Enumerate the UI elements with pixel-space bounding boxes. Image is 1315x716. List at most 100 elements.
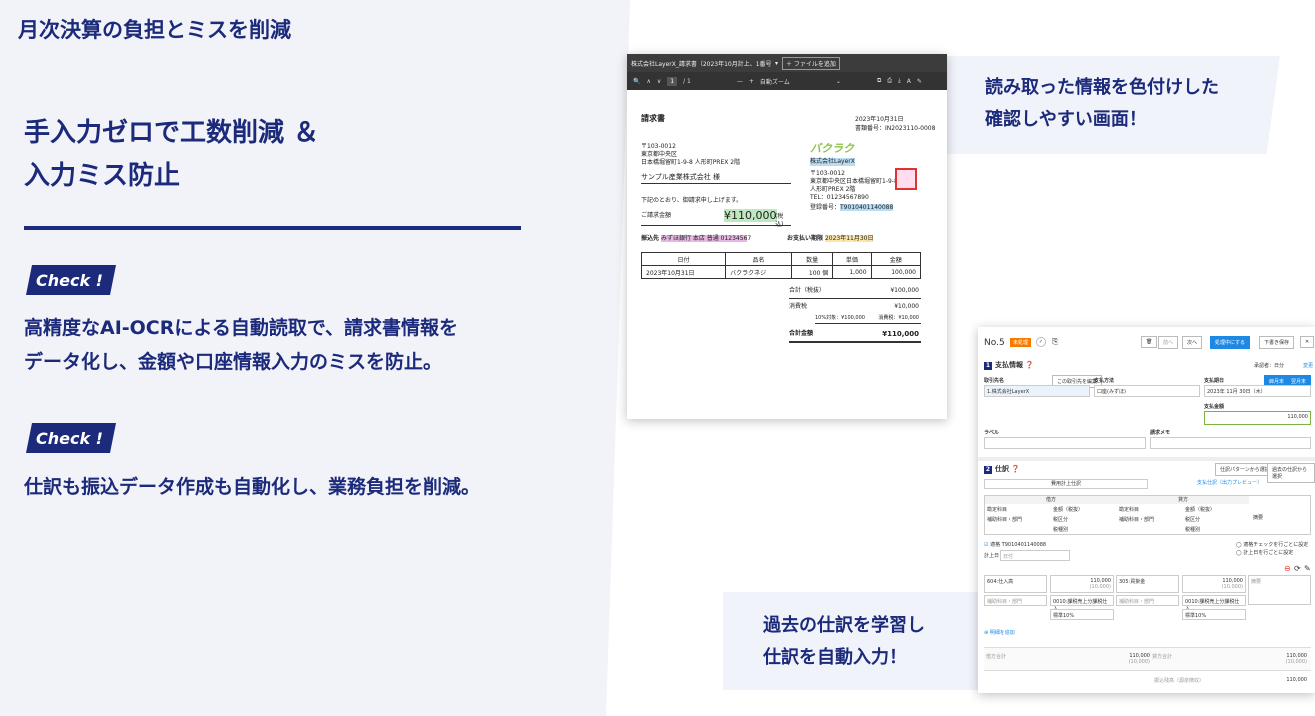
debit-taxtype-col: 税種別 bbox=[1053, 527, 1069, 533]
amount-label: 支払金額 bbox=[1204, 404, 1225, 410]
debit-sub-input[interactable]: 補助科目・部門 bbox=[984, 595, 1047, 606]
method-input[interactable]: 口座(みずほ) bbox=[1094, 385, 1200, 397]
debit-amount-col: 金額（税抜） bbox=[1053, 507, 1084, 513]
debit-tax-input[interactable]: 0010:課税売上分課税仕入 bbox=[1050, 595, 1114, 612]
tab-expense[interactable]: 費用計上仕訳 bbox=[984, 479, 1148, 489]
credit-account-col: 勘定科目 bbox=[1119, 507, 1140, 513]
add-file-button[interactable]: ＋ ファイルを追加 bbox=[782, 56, 840, 70]
post-date-input[interactable]: 日付 bbox=[1000, 550, 1070, 561]
total-row: 合計金額 ¥110,000 bbox=[789, 330, 921, 343]
debit-total-tax: (10,000) bbox=[1128, 659, 1150, 665]
label-select[interactable] bbox=[984, 437, 1146, 449]
main-title: 手入力ゼロで工数削減 ＆ 入力ミス防止 bbox=[24, 112, 319, 198]
due-input[interactable]: 2023年 11月 30日（木） bbox=[1204, 385, 1311, 397]
callout-bottom-line2: 仕訳を自動入力！ bbox=[763, 647, 907, 668]
tax-note1: 10%対象：¥100,000 bbox=[815, 315, 865, 321]
transfer-value: 110,000 bbox=[1286, 677, 1307, 683]
draw-icon[interactable]: ✎ bbox=[917, 78, 922, 85]
debit-total-label: 借方合計 bbox=[986, 654, 1007, 660]
memo-input[interactable] bbox=[1150, 437, 1311, 449]
pdf-toolbar: 🔍 ∧ ∨ 1 / 1 — + 自動ズーム ⌄ ⧉ ⎙ ⤓ A ✎ bbox=[627, 72, 947, 90]
from-address2: 人形町PREX 2階 bbox=[810, 186, 856, 193]
credit-rate-select[interactable]: 標準10% bbox=[1182, 609, 1246, 620]
print-icon[interactable]: ⎙ bbox=[887, 77, 892, 85]
next-page-icon[interactable]: ∨ bbox=[657, 78, 661, 85]
copy-icon[interactable]: ⎘ bbox=[1052, 337, 1058, 347]
to-address1: 東京都中央区 bbox=[641, 151, 678, 158]
checkbox-icon[interactable]: ☑ bbox=[984, 542, 988, 548]
zoom-out-icon[interactable]: — bbox=[737, 78, 743, 85]
company-logo: バクラク bbox=[810, 142, 854, 155]
trash-icon[interactable]: 🗑 bbox=[1141, 336, 1158, 348]
cell-date: 2023年10月31日 bbox=[640, 265, 727, 279]
description-1-line2: データ化し、金額や口座情報入力のミスを防止。 bbox=[24, 351, 443, 373]
processing-button[interactable]: 処理中にする bbox=[1210, 336, 1251, 349]
section-journal-title: 仕訳 bbox=[995, 465, 1009, 473]
next-button[interactable]: 次へ bbox=[1182, 336, 1203, 349]
desc-input[interactable]: 摘要 bbox=[1248, 575, 1311, 605]
to-zip: 〒103-0012 bbox=[641, 143, 676, 150]
due-row: お支払い期限 2023年11月30日 bbox=[787, 235, 874, 243]
amount-label: ご請求金額 bbox=[641, 212, 672, 219]
toggle-row-check[interactable]: ◯ 適格チェックを行ごとに設定 bbox=[1236, 541, 1308, 548]
credit-sub-input[interactable]: 補助科目・部門 bbox=[1116, 595, 1179, 606]
payee-input[interactable]: 1.株式会社LayerX bbox=[984, 385, 1090, 397]
left-panel: 月次決算の負担とミスを削減 手入力ゼロで工数削減 ＆ 入力ミス防止 Check … bbox=[0, 0, 630, 716]
tab-payment[interactable]: 支払仕訳（出力プレビュー） bbox=[1148, 479, 1311, 489]
registration-label: 登録番号： bbox=[810, 204, 841, 211]
debit-taxcat-col: 税区分 bbox=[1053, 517, 1069, 523]
from-zip: 〒103-0012 bbox=[810, 170, 845, 177]
registration-check[interactable]: ☑ 適格 T9010401140088 bbox=[984, 541, 1046, 548]
prev-page-icon[interactable]: ∧ bbox=[646, 78, 650, 85]
registration: 登録番号：T9010401140088 bbox=[810, 204, 894, 212]
tax-note-row: 10%対象：¥100,000 消費税：¥10,000 bbox=[815, 314, 921, 324]
refresh-icon[interactable]: ⟳ bbox=[1294, 564, 1301, 573]
pattern-button[interactable]: 仕訳パターンから選択 bbox=[1215, 463, 1275, 476]
total-label: 合計金額 bbox=[789, 330, 814, 337]
callout-top: 読み取った情報を色付けした 確認しやすい画面！ bbox=[945, 56, 1280, 154]
bank-row: 振込先 みずほ銀行 本店 普通 01234567 bbox=[641, 235, 751, 243]
debit-total: 110,000 (10,000) bbox=[1110, 653, 1150, 665]
title-line1: 手入力ゼロで工数削減 ＆ bbox=[24, 118, 320, 148]
search-icon[interactable]: 🔍 bbox=[633, 78, 640, 85]
amount-input[interactable]: 110,000 bbox=[1204, 411, 1311, 425]
section-divider bbox=[978, 457, 1315, 461]
check-icon[interactable]: ✓ bbox=[1036, 337, 1046, 347]
open-icon[interactable]: ⧉ bbox=[877, 77, 881, 85]
save-draft-button[interactable]: 下書き保存 bbox=[1259, 336, 1295, 349]
plus-icon: ⊕ bbox=[984, 630, 989, 636]
chevron-down-icon[interactable]: ⌄ bbox=[836, 78, 841, 85]
download-icon[interactable]: ⤓ bbox=[898, 77, 901, 85]
add-detail-link[interactable]: ⊕ 明細を追加 bbox=[984, 629, 1015, 636]
totals-row: 借方合計 110,000 (10,000) 貸方合計 110,000 (10,000… bbox=[984, 647, 1311, 671]
debit-rate-select[interactable]: 標準10% bbox=[1050, 609, 1114, 620]
edit-icon[interactable]: ✎ bbox=[1304, 564, 1311, 573]
zoom-select[interactable]: 自動ズーム bbox=[760, 77, 830, 86]
credit-amount-input[interactable]: 110,000 (10,000) bbox=[1182, 575, 1246, 593]
chevron-down-icon[interactable]: ▾ bbox=[775, 60, 778, 67]
remove-row-icon[interactable]: ⊖ bbox=[1284, 564, 1291, 573]
pdf-titlebar: 株式会社LayerX_請求書（2023年10月計上、1番号あり）.pdf ▾ ＋… bbox=[627, 54, 947, 72]
close-icon[interactable]: ✕ bbox=[1300, 336, 1315, 348]
credit-total-tax: (10,000) bbox=[1285, 659, 1307, 665]
credit-account-input[interactable]: 305:買掛金 bbox=[1116, 575, 1179, 593]
prev-button[interactable]: 前へ bbox=[1158, 336, 1179, 349]
company-seal bbox=[895, 168, 917, 190]
text-icon[interactable]: A bbox=[907, 78, 911, 85]
amount-tax-note: (税込) bbox=[775, 213, 784, 228]
zoom-in-icon[interactable]: + bbox=[749, 78, 754, 85]
credit-sub-col: 補助科目・部門 bbox=[1119, 517, 1155, 523]
desc-col: 摘要 bbox=[1253, 515, 1264, 521]
due-label: お支払い期限 bbox=[787, 235, 824, 242]
toggle-row-date[interactable]: ◯ 計上日を行ごとに設定 bbox=[1236, 549, 1293, 556]
credit-tax-input[interactable]: 0010:課税売上分課税仕入 bbox=[1182, 595, 1246, 612]
debit-account-input[interactable]: 604:仕入高 bbox=[984, 575, 1047, 593]
change-link[interactable]: 変更 bbox=[1303, 362, 1313, 369]
page-input[interactable]: 1 bbox=[667, 76, 678, 86]
invoice-message: 下記のとおり、御請求申し上げます。 bbox=[641, 197, 743, 204]
from-name: 株式会社LayerX bbox=[810, 158, 855, 166]
cell-item: バクラクネジ bbox=[725, 265, 792, 279]
pdf-page: 請求書 2023年10月31日 書類番号：IN2023110-0008 〒103… bbox=[627, 90, 947, 419]
check-badge-2: Check ! bbox=[26, 423, 116, 453]
debit-amount-input[interactable]: 110,000 (10,000) bbox=[1050, 575, 1114, 593]
